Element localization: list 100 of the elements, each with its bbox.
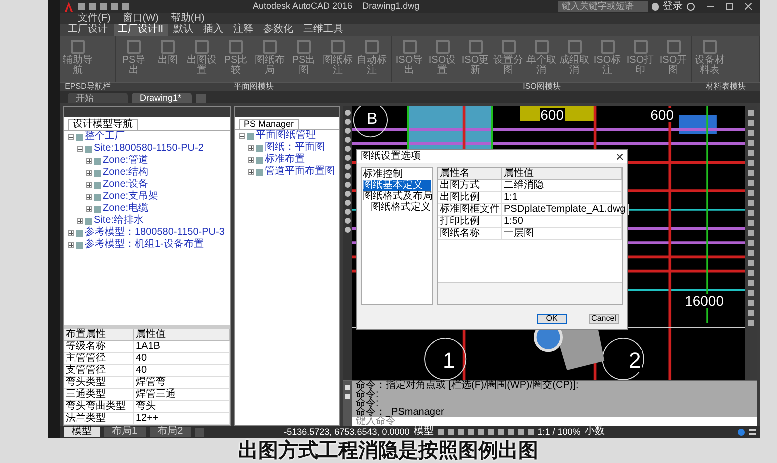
table-cell: 法兰类型 bbox=[64, 413, 134, 424]
tree-item[interactable]: Site:给排水 bbox=[94, 216, 144, 226]
grid-label: 600 bbox=[540, 108, 565, 122]
document-tab[interactable]: 开始 bbox=[68, 93, 128, 103]
expander-icon[interactable] bbox=[68, 242, 74, 248]
table-cell: 弯头弯曲类型 bbox=[64, 401, 134, 412]
table-cell: 弯头类型 bbox=[64, 377, 134, 388]
tree-item[interactable]: Zone:电缆 bbox=[103, 204, 149, 214]
maximize-icon[interactable] bbox=[726, 3, 733, 10]
tree-item[interactable]: Zone:设备 bbox=[103, 180, 149, 190]
tree-item[interactable]: Zone:管道 bbox=[103, 156, 149, 166]
table-cell: 二维消隐 bbox=[502, 180, 622, 191]
table-cell: 主管管径 bbox=[64, 353, 134, 364]
ribbon-tab[interactable]: 注释 bbox=[230, 24, 258, 36]
tool-icon bbox=[468, 40, 482, 54]
dialog-button[interactable]: Cancel bbox=[589, 314, 619, 324]
units-selector[interactable]: 小数 bbox=[584, 427, 605, 437]
panel-label: ISO图模块 bbox=[523, 83, 561, 91]
node-icon bbox=[85, 146, 92, 152]
tree-item[interactable]: 整个工厂 bbox=[85, 132, 125, 142]
list-item[interactable]: 图纸格式及布局 bbox=[363, 191, 431, 202]
tool-icon bbox=[436, 40, 450, 54]
tree-item[interactable]: Site:1800580-1150-PU-2 bbox=[94, 144, 204, 154]
grid-label: 2 bbox=[628, 350, 642, 372]
login-link[interactable]: 登录 bbox=[663, 2, 683, 12]
panel-tab[interactable]: 设计模型导航 bbox=[68, 119, 138, 130]
coordinates-readout: -5136.5723, 6753.6543, 0.0000 bbox=[284, 428, 410, 436]
ribbon-tab[interactable]: 参数化 bbox=[260, 24, 298, 36]
panel-label: 材料表模块 bbox=[706, 83, 746, 91]
expander-icon[interactable] bbox=[68, 134, 74, 140]
panel-label: EPSD导航栏 bbox=[65, 83, 111, 91]
tool-icon bbox=[600, 40, 614, 54]
scale-selector[interactable]: 1:1 / 100% bbox=[538, 428, 581, 436]
ribbon-tab[interactable]: 三维工具 bbox=[300, 24, 348, 36]
expander-icon[interactable] bbox=[68, 230, 74, 236]
expander-icon[interactable] bbox=[86, 170, 92, 176]
command-line: 命令：_PSmanager bbox=[356, 408, 446, 417]
status-icon[interactable] bbox=[738, 428, 745, 436]
tool-icon bbox=[161, 40, 175, 54]
expander-icon[interactable] bbox=[86, 206, 92, 212]
ribbon-tab[interactable]: 工厂设计II bbox=[114, 24, 168, 36]
tool-icon bbox=[195, 40, 209, 54]
tool-icon bbox=[568, 40, 582, 54]
help-icon[interactable] bbox=[687, 2, 695, 10]
ribbon-tab[interactable]: 工厂设计 bbox=[64, 24, 112, 36]
menu-item[interactable]: 帮助(H) bbox=[170, 14, 205, 24]
dialog-button[interactable]: OK bbox=[537, 314, 567, 324]
tree-item[interactable]: 标准布置 bbox=[265, 155, 305, 165]
table-cell: 打印比例 bbox=[438, 216, 502, 227]
table-cell: 1:50 bbox=[502, 216, 622, 227]
menu-item[interactable]: 文件(F) bbox=[78, 14, 111, 24]
expander-icon[interactable] bbox=[248, 145, 254, 151]
tool-icon bbox=[71, 40, 85, 54]
expander-icon[interactable] bbox=[86, 182, 92, 188]
tree-item[interactable]: 平面图纸管理 bbox=[256, 131, 316, 141]
panel-tab[interactable]: PS Manager bbox=[239, 119, 300, 129]
tree-item[interactable]: Zone:支吊架 bbox=[103, 192, 159, 202]
command-input[interactable]: 键入命令 bbox=[352, 417, 757, 427]
ribbon-tab[interactable]: 默认 bbox=[170, 24, 198, 36]
menu-item[interactable]: 窗口(W) bbox=[122, 14, 159, 24]
node-icon bbox=[85, 218, 92, 224]
node-icon bbox=[94, 158, 101, 164]
table-cell: 1A1B bbox=[134, 341, 230, 352]
layout-tab[interactable]: 模型 bbox=[64, 427, 100, 437]
expander-icon[interactable] bbox=[86, 158, 92, 164]
tree-item[interactable]: 参考模型：机组1-设备布置 bbox=[85, 240, 204, 250]
expander-icon[interactable] bbox=[248, 157, 254, 163]
layout-tab[interactable]: 布局2 bbox=[150, 427, 192, 437]
command-line: 命令: bbox=[356, 390, 380, 399]
node-icon bbox=[256, 168, 263, 176]
command-line: 命令: bbox=[356, 399, 380, 408]
node-icon bbox=[94, 206, 101, 212]
menu-icon[interactable] bbox=[749, 429, 756, 435]
node-icon bbox=[247, 132, 254, 140]
expander-icon[interactable] bbox=[86, 194, 92, 200]
space-toggle[interactable]: 模型 bbox=[414, 427, 434, 437]
table-cell: 三通类型 bbox=[64, 389, 134, 400]
user-icon[interactable] bbox=[652, 2, 659, 10]
ribbon-tab[interactable]: 插入 bbox=[200, 24, 228, 36]
expander-icon[interactable] bbox=[77, 146, 83, 152]
tree-item[interactable]: 参考模型：1800580-1150-PU-3 bbox=[85, 228, 225, 238]
table-cell: 出图方式 bbox=[438, 180, 502, 191]
table-cell: 标准图框文件 bbox=[438, 204, 502, 215]
expander-icon[interactable] bbox=[77, 218, 83, 224]
expander-icon[interactable] bbox=[239, 133, 245, 139]
list-item[interactable]: 图纸基本定义 bbox=[363, 180, 431, 191]
tool-icon bbox=[263, 40, 277, 54]
table-cell: 图纸名称 bbox=[438, 228, 502, 239]
tree-item[interactable]: Zone:结构 bbox=[103, 168, 149, 178]
list-item[interactable]: 标准控制 bbox=[363, 169, 431, 180]
tree-item[interactable]: 图纸：平面图 bbox=[265, 143, 325, 153]
list-item[interactable]: 图纸格式定义 bbox=[371, 202, 431, 213]
column-header: 属性值 bbox=[502, 168, 622, 179]
node-icon bbox=[76, 242, 83, 248]
tree-item[interactable]: 管道平面布置图 bbox=[265, 167, 335, 177]
window-title: Autodesk AutoCAD 2016 Drawing1.dwg bbox=[253, 2, 420, 11]
layout-tab[interactable]: 布局1 bbox=[104, 427, 146, 437]
table-cell: 40 bbox=[134, 353, 230, 364]
document-tab[interactable]: Drawing1* bbox=[132, 93, 192, 103]
expander-icon[interactable] bbox=[248, 169, 254, 175]
